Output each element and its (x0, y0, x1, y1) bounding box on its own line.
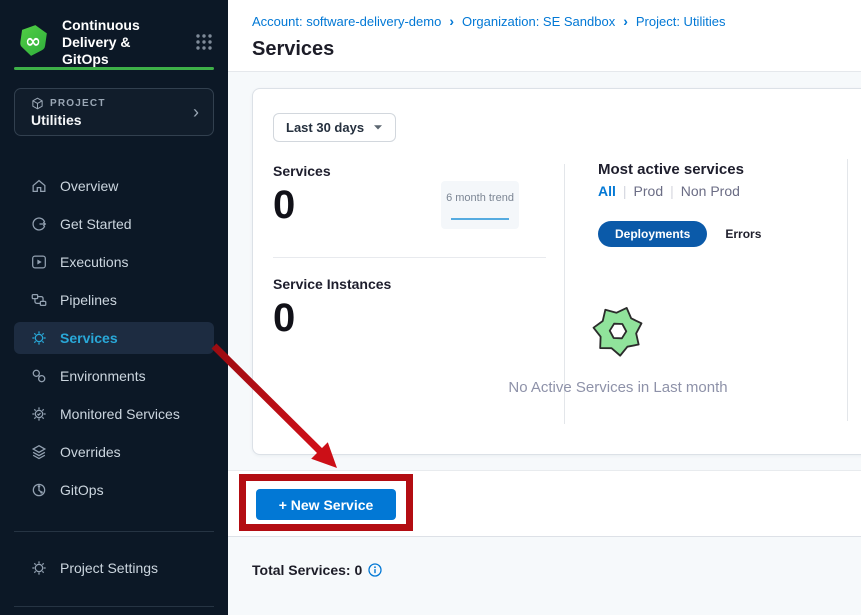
empty-state-gear-icon (586, 299, 650, 363)
stat-divider (273, 257, 546, 258)
breadcrumb: Account: software-delivery-demo › Organi… (252, 13, 725, 29)
breadcrumb-account[interactable]: Account: software-delivery-demo (252, 14, 441, 29)
filter-non-prod[interactable]: Non Prod (681, 183, 740, 199)
breadcrumb-organization[interactable]: Organization: SE Sandbox (462, 14, 615, 29)
sidebar-item-overview[interactable]: Overview (14, 170, 214, 202)
svg-text:∞: ∞ (25, 31, 41, 53)
sidebar-divider-bottom (14, 606, 214, 607)
toggle-deployments[interactable]: Deployments (598, 221, 707, 247)
sidebar-item-pipelines[interactable]: Pipelines (14, 284, 214, 316)
sidebar-item-monitored-services[interactable]: Monitored Services (14, 398, 214, 430)
six-month-trend-chip: 6 month trend (441, 181, 519, 229)
page-title: Services (252, 38, 334, 61)
instances-stat-label: Service Instances (273, 276, 391, 292)
cube-icon (31, 97, 44, 110)
empty-state-message: No Active Services in Last month (493, 379, 743, 396)
sidebar-item-environments[interactable]: Environments (14, 360, 214, 392)
total-services-label: Total Services: 0 (252, 562, 362, 578)
monitored-services-icon (30, 405, 48, 423)
env-filter-group: All | Prod | Non Prod (598, 183, 848, 199)
time-range-value: Last 30 days (286, 120, 364, 135)
total-services-row: Total Services: 0 (252, 562, 382, 578)
settings-gear-icon (30, 559, 48, 577)
trend-label: 6 month trend (441, 192, 519, 204)
services-gear-icon (30, 329, 48, 347)
harness-logo-icon: ∞ (14, 23, 52, 61)
page-header: Account: software-delivery-demo › Organi… (228, 0, 861, 72)
time-range-dropdown[interactable]: Last 30 days (273, 113, 396, 142)
services-stat: Services 0 (273, 163, 331, 225)
environments-icon (30, 367, 48, 385)
services-stat-label: Services (273, 163, 331, 179)
project-name: Utilities (31, 112, 213, 128)
chevron-right-icon: › (449, 13, 454, 29)
services-stat-value: 0 (273, 185, 331, 225)
overrides-layers-icon (30, 443, 48, 461)
filter-prod[interactable]: Prod (634, 183, 664, 199)
caret-down-icon (373, 124, 383, 131)
sidebar-nav: Overview Get Started Executions Pipeline… (14, 170, 214, 512)
chevron-right-icon: › (193, 103, 199, 121)
module-accent-rule (14, 67, 214, 70)
most-active-services: Most active services All | Prod | Non Pr… (598, 161, 848, 247)
gitops-icon (30, 481, 48, 499)
chevron-right-icon: › (623, 13, 628, 29)
sidebar-item-project-settings[interactable]: Project Settings (14, 553, 214, 583)
service-instances-stat: Service Instances 0 (273, 276, 391, 338)
services-dashboard-card: Last 30 days Services 0 6 month trend Se… (252, 88, 861, 455)
sidebar-divider (14, 531, 214, 532)
module-grid-icon[interactable] (194, 32, 214, 52)
breadcrumb-project[interactable]: Project: Utilities (636, 14, 726, 29)
trend-sparkline (451, 218, 509, 221)
info-icon[interactable] (368, 563, 382, 577)
sidebar-item-gitops[interactable]: GitOps (14, 474, 214, 506)
toggle-errors[interactable]: Errors (725, 227, 761, 241)
executions-icon (30, 253, 48, 271)
home-icon (30, 177, 48, 195)
pipelines-icon (30, 291, 48, 309)
project-label: PROJECT (50, 98, 106, 109)
filter-all[interactable]: All (598, 183, 616, 199)
most-active-title: Most active services (598, 161, 848, 178)
instances-stat-value: 0 (273, 298, 391, 338)
project-selector[interactable]: PROJECT Utilities › (14, 88, 214, 136)
sidebar: ∞ Continuous Delivery & GitOps PROJECT U… (0, 0, 228, 615)
get-started-icon (30, 215, 48, 233)
metric-toggle: Deployments Errors (598, 221, 848, 247)
sidebar-item-overrides[interactable]: Overrides (14, 436, 214, 468)
app-title: Continuous Delivery & GitOps (62, 17, 180, 68)
new-service-button[interactable]: + New Service (256, 489, 396, 520)
sidebar-item-services[interactable]: Services (14, 322, 214, 354)
sidebar-item-executions[interactable]: Executions (14, 246, 214, 278)
sidebar-item-get-started[interactable]: Get Started (14, 208, 214, 240)
